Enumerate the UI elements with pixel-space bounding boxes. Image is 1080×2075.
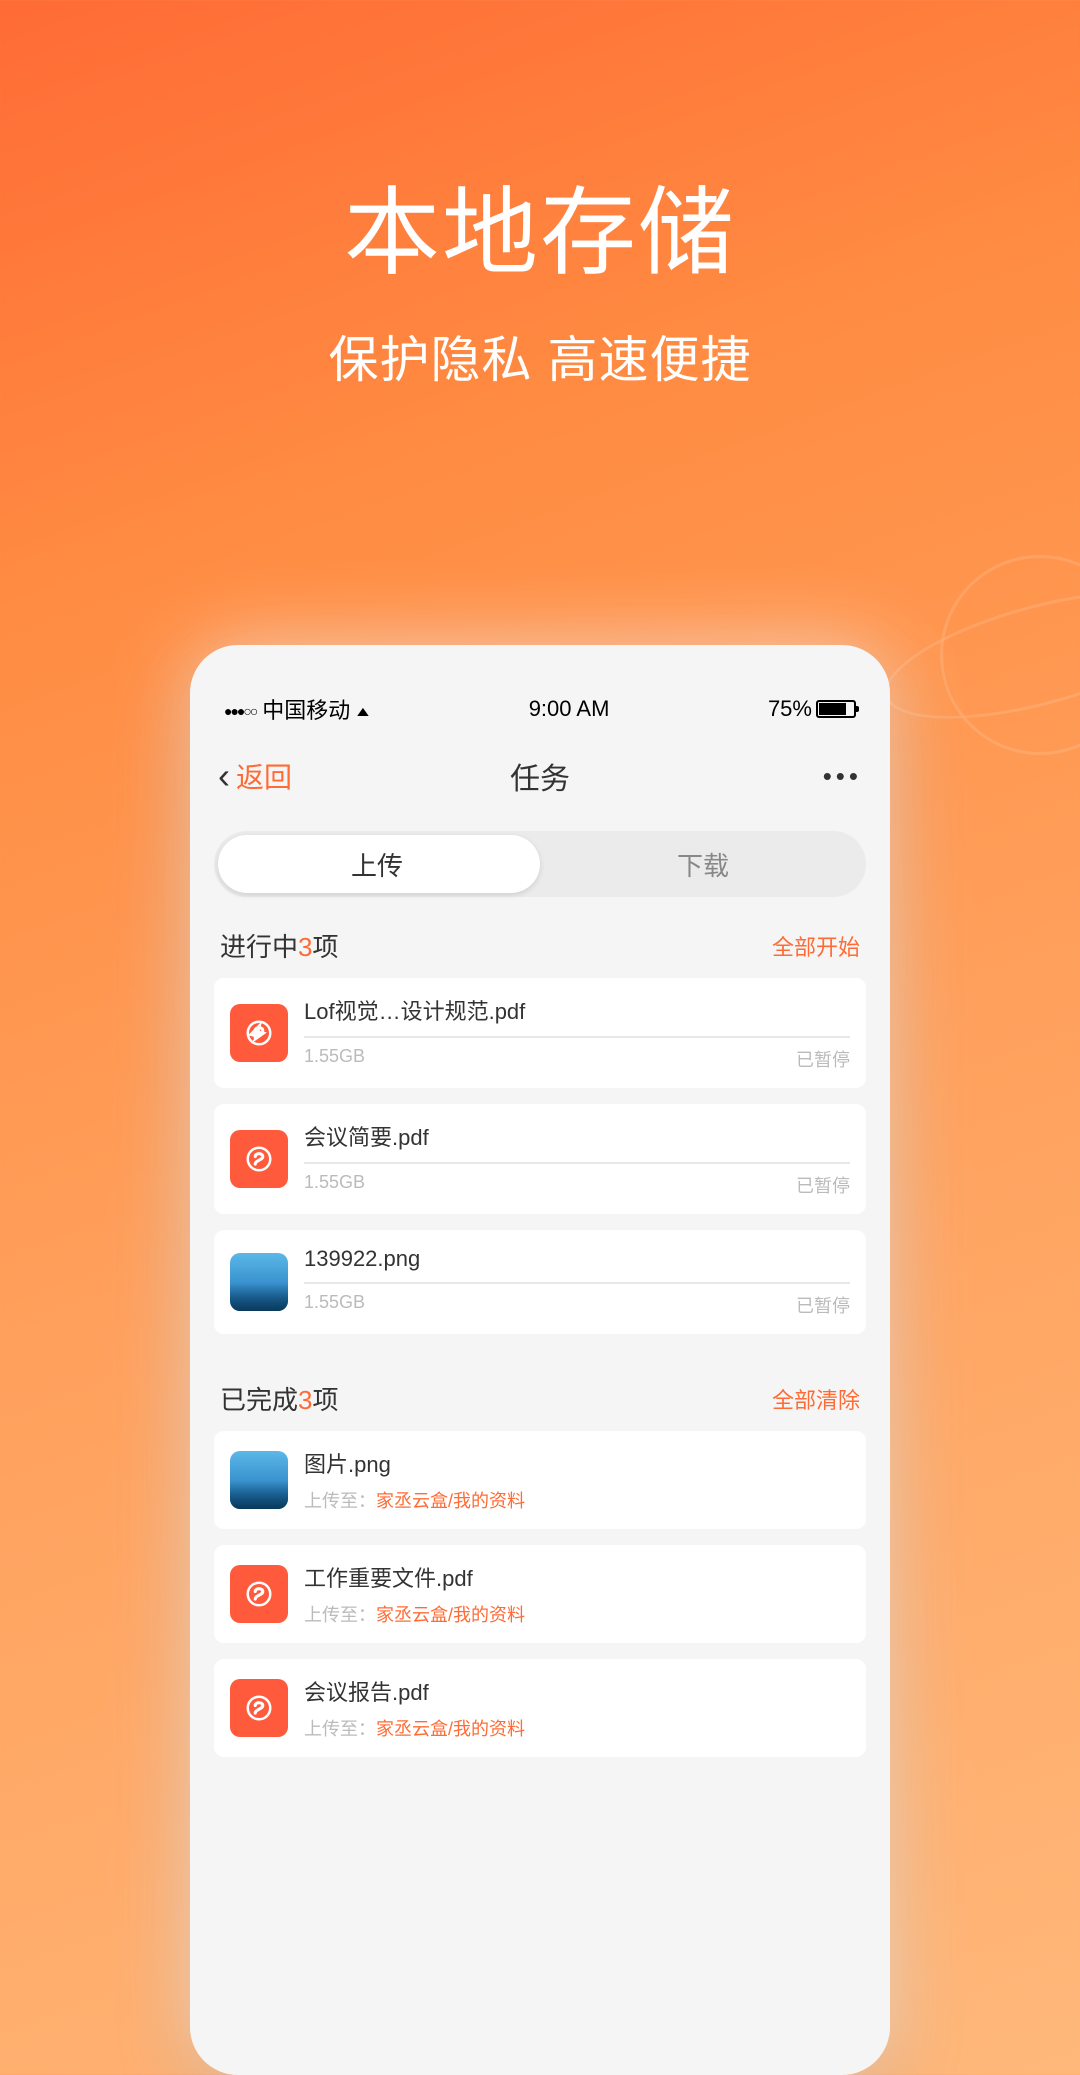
file-name: 139922.png <box>304 1246 850 1272</box>
file-name: 会议报告.pdf <box>304 1675 850 1707</box>
file-name: 会议简要.pdf <box>304 1120 850 1152</box>
start-all-button[interactable]: 全部开始 <box>772 930 860 962</box>
progress-bar <box>304 1282 850 1284</box>
completed-item[interactable]: 工作重要文件.pdf 上传至：家丞云盒/我的资料 <box>214 1545 866 1643</box>
task-status: 已暂停 <box>796 1172 850 1198</box>
upload-path: 上传至：家丞云盒/我的资料 <box>304 1601 850 1627</box>
hero-subtitle: 保护隐私 高速便捷 <box>0 320 1080 392</box>
hero-title: 本地存储 <box>0 155 1080 294</box>
task-item[interactable]: 会议简要.pdf 1.55GB 已暂停 <box>214 1104 866 1214</box>
pdf-icon <box>230 1004 288 1062</box>
pdf-icon <box>230 1130 288 1188</box>
back-chevron-icon[interactable]: ‹ <box>218 755 230 797</box>
status-time: 9:00 AM <box>529 696 610 722</box>
file-size: 1.55GB <box>304 1172 365 1198</box>
planet-decoration <box>880 495 1080 815</box>
back-button[interactable]: 返回 <box>236 756 292 796</box>
tab-download[interactable]: 下载 <box>540 846 866 883</box>
pdf-icon <box>230 1565 288 1623</box>
file-name: 工作重要文件.pdf <box>304 1561 850 1593</box>
progress-bar <box>304 1036 850 1038</box>
completed-item[interactable]: 会议报告.pdf 上传至：家丞云盒/我的资料 <box>214 1659 866 1757</box>
battery-pct: 75% <box>768 696 812 722</box>
wifi-icon <box>356 696 370 722</box>
upload-path: 上传至：家丞云盒/我的资料 <box>304 1487 850 1513</box>
task-status: 已暂停 <box>796 1046 850 1072</box>
tab-upload[interactable]: 上传 <box>214 846 540 883</box>
file-name: Lof视觉…设计规范.pdf <box>304 994 850 1026</box>
page-title: 任务 <box>510 754 570 798</box>
completed-item[interactable]: 图片.png 上传至：家丞云盒/我的资料 <box>214 1431 866 1529</box>
task-item[interactable]: Lof视觉…设计规范.pdf 1.55GB 已暂停 <box>214 978 866 1088</box>
in-progress-header: 进行中3项 全部开始 <box>190 897 890 978</box>
task-status: 已暂停 <box>796 1292 850 1318</box>
task-item[interactable]: 139922.png 1.55GB 已暂停 <box>214 1230 866 1334</box>
more-button[interactable]: ••• <box>823 761 862 792</box>
in-progress-title: 进行中3项 <box>220 927 339 964</box>
status-bar: 中国移动 9:00 AM 75% <box>190 645 890 735</box>
battery-icon <box>816 700 856 718</box>
clear-all-button[interactable]: 全部清除 <box>772 1383 860 1415</box>
signal-icon <box>224 696 256 722</box>
file-size: 1.55GB <box>304 1292 365 1318</box>
completed-title: 已完成3项 <box>220 1380 339 1417</box>
file-size: 1.55GB <box>304 1046 365 1072</box>
nav-bar: ‹ 返回 任务 ••• <box>190 735 890 817</box>
carrier-label: 中国移动 <box>262 693 350 725</box>
file-name: 图片.png <box>304 1447 850 1479</box>
tabs: 上传 下载 <box>214 831 866 897</box>
image-thumbnail <box>230 1253 288 1311</box>
pdf-icon <box>230 1679 288 1737</box>
phone-mockup: 中国移动 9:00 AM 75% ‹ 返回 任务 ••• 上传 下载 进行中3项… <box>190 645 890 2075</box>
completed-header: 已完成3项 全部清除 <box>190 1350 890 1431</box>
progress-bar <box>304 1162 850 1164</box>
image-thumbnail <box>230 1451 288 1509</box>
upload-path: 上传至：家丞云盒/我的资料 <box>304 1715 850 1741</box>
